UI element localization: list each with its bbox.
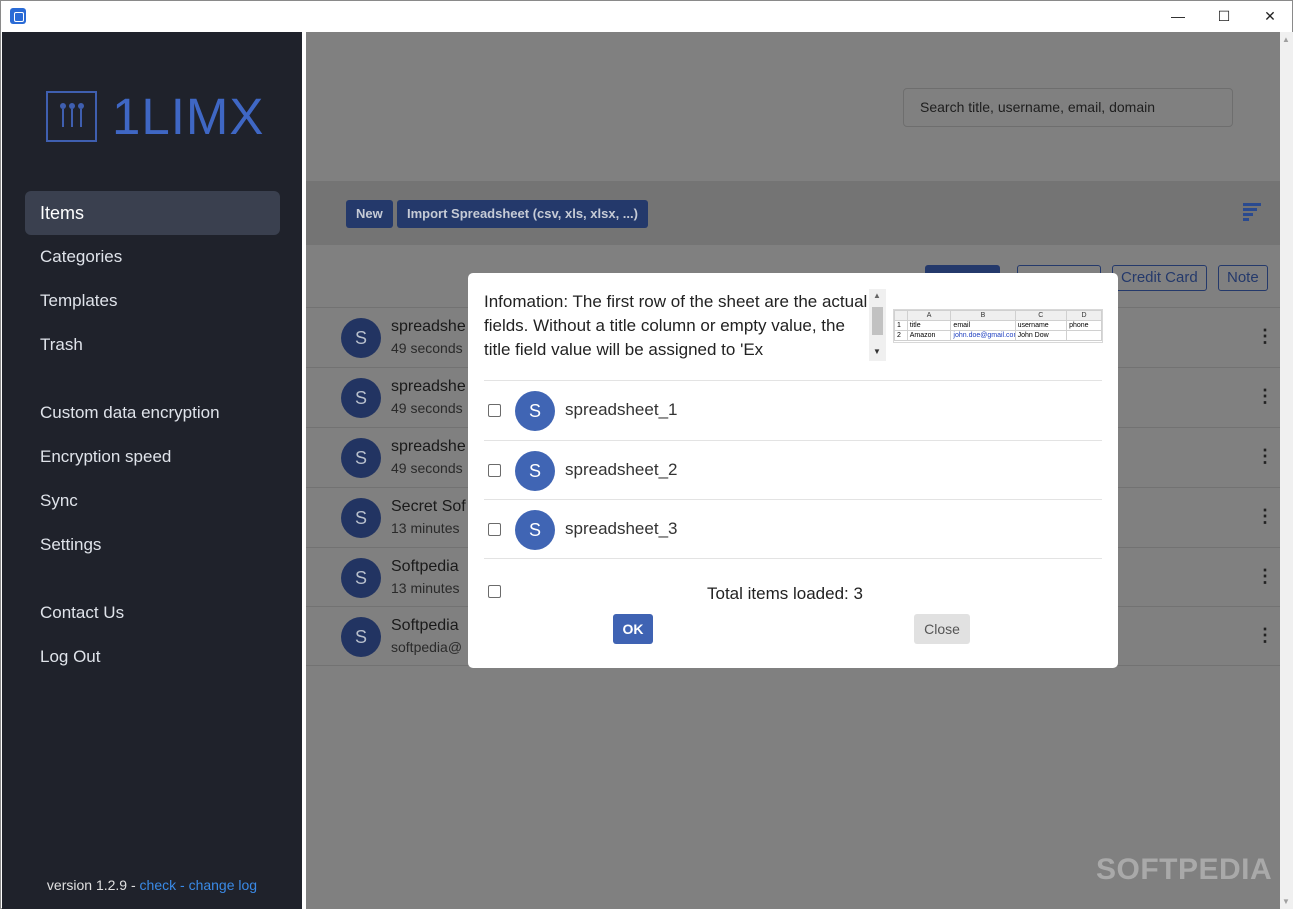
changelog-link[interactable]: change log bbox=[189, 877, 258, 893]
sidebar-item-custom-encryption[interactable]: Custom data encryption bbox=[25, 391, 280, 435]
avatar: S bbox=[515, 451, 555, 491]
more-vertical-icon[interactable]: ⋮ bbox=[1256, 326, 1274, 347]
sheet-cell: 2 bbox=[894, 330, 908, 341]
scroll-thumb[interactable] bbox=[872, 307, 883, 335]
check-link[interactable]: check bbox=[140, 877, 177, 893]
more-vertical-icon[interactable]: ⋮ bbox=[1256, 386, 1274, 407]
more-vertical-icon[interactable]: ⋮ bbox=[1256, 446, 1274, 467]
version-info: version 1.2.9 - check - change log bbox=[2, 877, 302, 893]
scroll-down-icon[interactable]: ▼ bbox=[1282, 897, 1290, 906]
more-vertical-icon[interactable]: ⋮ bbox=[1256, 506, 1274, 527]
sort-icon[interactable] bbox=[1243, 203, 1261, 223]
avatar: S bbox=[341, 498, 381, 538]
item-checkbox[interactable] bbox=[488, 523, 501, 536]
circuit-logo-icon bbox=[46, 91, 97, 142]
more-vertical-icon[interactable]: ⋮ bbox=[1256, 625, 1274, 646]
item-title: spreadshe bbox=[391, 378, 466, 395]
title-bar: — ☐ ✕ bbox=[1, 1, 1292, 31]
watermark: SOFTPEDIA bbox=[1096, 853, 1273, 886]
filter-credit-card[interactable]: Credit Card bbox=[1112, 265, 1207, 291]
sheet-example-image: A B C D 1 title email username phone 2 A… bbox=[893, 309, 1103, 343]
link-separator: - bbox=[180, 877, 185, 893]
info-scrollbar[interactable]: ▲ ▼ bbox=[869, 289, 886, 361]
toolbar: New Import Spreadsheet (csv, xls, xlsx, … bbox=[306, 181, 1280, 245]
scroll-down-icon[interactable]: ▼ bbox=[873, 347, 881, 356]
sheet-cell: D bbox=[1066, 310, 1102, 321]
sheet-cell: title bbox=[906, 320, 952, 331]
sidebar: 1LIMX Items Categories Templates Trash C… bbox=[2, 32, 302, 909]
import-dialog: Infomation: The first row of the sheet a… bbox=[468, 273, 1118, 668]
sheet-cell: John Dow bbox=[1014, 330, 1068, 341]
close-button[interactable]: Close bbox=[914, 614, 970, 644]
more-vertical-icon[interactable]: ⋮ bbox=[1256, 566, 1274, 587]
app-icon bbox=[10, 8, 26, 24]
logo: 1LIMX bbox=[46, 88, 276, 145]
main-scrollbar[interactable] bbox=[1280, 32, 1293, 909]
scroll-up-icon[interactable]: ▲ bbox=[1282, 35, 1290, 44]
search-input[interactable]: Search title, username, email, domain bbox=[903, 88, 1233, 127]
item-subtitle: 13 minutes bbox=[391, 580, 460, 596]
maximize-button[interactable]: ☐ bbox=[1201, 1, 1247, 31]
new-button[interactable]: New bbox=[346, 200, 393, 228]
item-subtitle: softpedia@ bbox=[391, 639, 463, 655]
item-subtitle: 49 seconds bbox=[391, 340, 463, 356]
sidebar-item-templates[interactable]: Templates bbox=[25, 279, 280, 323]
avatar: S bbox=[515, 391, 555, 431]
item-title: spreadshe bbox=[391, 318, 466, 335]
import-item[interactable]: S spreadsheet_3 bbox=[484, 499, 1102, 559]
item-checkbox[interactable] bbox=[488, 404, 501, 417]
item-name: spreadsheet_3 bbox=[565, 519, 678, 538]
sheet-cell: Amazon bbox=[906, 330, 952, 341]
item-title: spreadshe bbox=[391, 438, 466, 455]
close-window-button[interactable]: ✕ bbox=[1247, 1, 1293, 31]
scroll-up-icon[interactable]: ▲ bbox=[873, 291, 881, 300]
sidebar-item-sync[interactable]: Sync bbox=[25, 479, 280, 523]
sheet-cell: A bbox=[906, 310, 952, 321]
avatar: S bbox=[341, 617, 381, 657]
item-name: spreadsheet_2 bbox=[565, 460, 678, 479]
import-item[interactable]: S spreadsheet_2 bbox=[484, 440, 1102, 500]
info-text: Infomation: The first row of the sheet a… bbox=[484, 292, 868, 359]
sheet-cell: 1 bbox=[894, 320, 908, 331]
version-text: version 1.2.9 - bbox=[46, 877, 136, 893]
item-subtitle: 49 seconds bbox=[391, 400, 463, 416]
avatar: S bbox=[341, 558, 381, 598]
item-title: Softpedia bbox=[391, 558, 459, 575]
sheet-cell bbox=[1066, 330, 1102, 341]
sidebar-item-items[interactable]: Items bbox=[25, 191, 280, 235]
avatar: S bbox=[515, 510, 555, 550]
sidebar-item-contact-us[interactable]: Contact Us bbox=[25, 591, 280, 635]
minimize-button[interactable]: — bbox=[1155, 1, 1201, 31]
app-name: 1LIMX bbox=[112, 88, 265, 145]
avatar: S bbox=[341, 438, 381, 478]
item-subtitle: 49 seconds bbox=[391, 460, 463, 476]
sidebar-item-settings[interactable]: Settings bbox=[25, 523, 280, 567]
select-all-checkbox[interactable] bbox=[488, 585, 501, 598]
avatar: S bbox=[341, 318, 381, 358]
item-title: Softpedia bbox=[391, 617, 459, 634]
sheet-cell: username bbox=[1014, 320, 1068, 331]
sheet-cell bbox=[894, 310, 908, 321]
item-checkbox[interactable] bbox=[488, 464, 501, 477]
filter-note[interactable]: Note bbox=[1218, 265, 1268, 291]
sidebar-item-trash[interactable]: Trash bbox=[25, 323, 280, 367]
avatar: S bbox=[341, 378, 381, 418]
import-spreadsheet-button[interactable]: Import Spreadsheet (csv, xls, xlsx, ...) bbox=[397, 200, 648, 228]
item-title: Secret Sof bbox=[391, 498, 466, 515]
item-subtitle: 13 minutes bbox=[391, 520, 460, 536]
sheet-cell: email bbox=[950, 320, 1016, 331]
total-items-label: Total items loaded: 3 bbox=[707, 584, 863, 603]
sidebar-item-categories[interactable]: Categories bbox=[25, 235, 280, 279]
app-window: — ☐ ✕ 1LIMX Items Categories Templates T… bbox=[0, 0, 1293, 909]
sheet-cell: phone bbox=[1066, 320, 1102, 331]
ok-button[interactable]: OK bbox=[613, 614, 653, 644]
item-name: spreadsheet_1 bbox=[565, 400, 678, 419]
sheet-cell: john.doe@gmail.com bbox=[950, 330, 1016, 341]
sheet-cell: C bbox=[1014, 310, 1068, 321]
import-item[interactable]: S spreadsheet_1 bbox=[484, 380, 1102, 440]
sidebar-item-log-out[interactable]: Log Out bbox=[25, 635, 280, 679]
sidebar-item-encryption-speed[interactable]: Encryption speed bbox=[25, 435, 280, 479]
sheet-cell: B bbox=[950, 310, 1016, 321]
